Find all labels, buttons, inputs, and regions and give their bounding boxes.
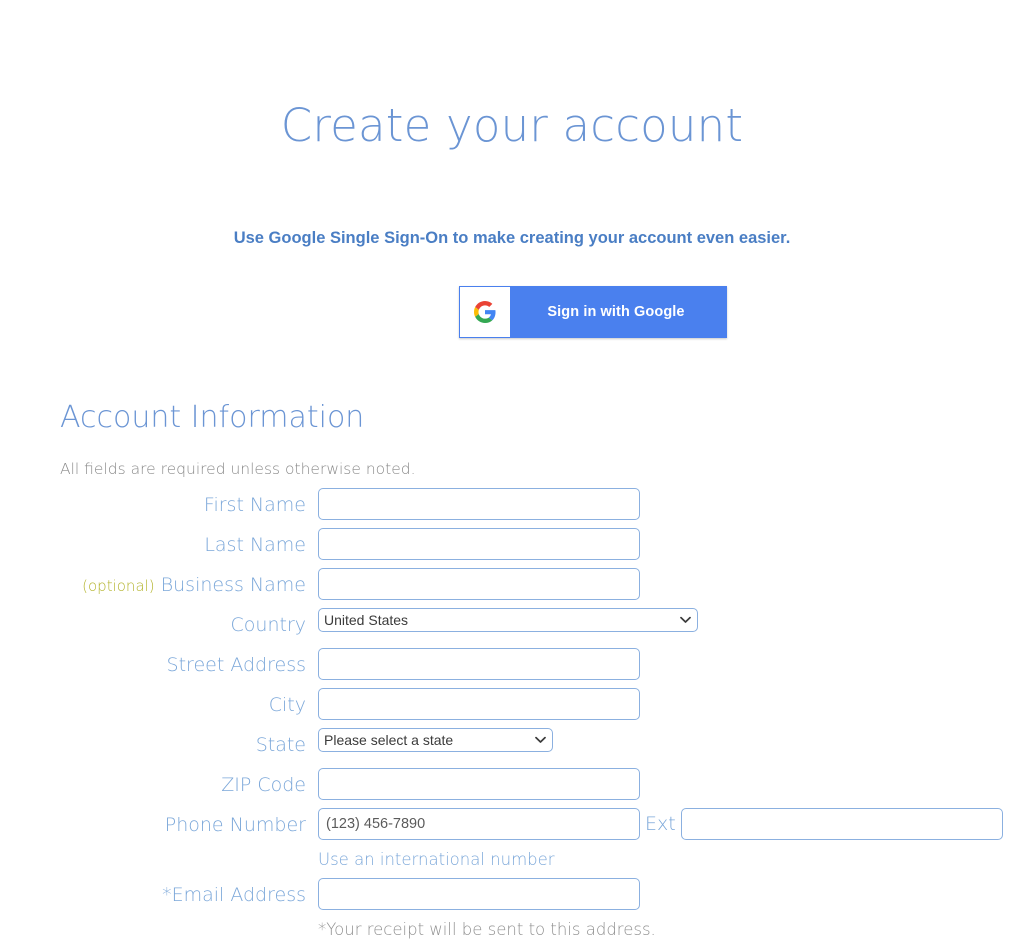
state-label: State [255, 734, 306, 756]
city-label: City [268, 694, 306, 716]
phone-number-input[interactable] [318, 808, 640, 840]
last-name-input[interactable] [318, 528, 640, 560]
city-control [318, 688, 1024, 720]
city-input[interactable] [318, 688, 640, 720]
business-name-label: (optional) Business Name [0, 568, 318, 599]
all-fields-required-note: All fields are required unless otherwise… [60, 460, 416, 478]
ext-label: Ext [645, 813, 676, 835]
business-name-label-text: Business Name [160, 574, 306, 596]
first-name-input[interactable] [318, 488, 640, 520]
country-select[interactable]: United States [318, 608, 698, 632]
international-number-row: Use an international number [0, 848, 1024, 872]
form-row-email-address: *Email Address [0, 878, 1024, 912]
zip-code-input[interactable] [318, 768, 640, 800]
sso-subtitle: Use Google Single Sign-On to make creati… [233, 229, 791, 247]
first-name-control [318, 488, 1024, 520]
form-row-country: Country United States [0, 608, 1024, 642]
email-receipt-note-row: *Your receipt will be sent to this addre… [0, 918, 1024, 942]
form-row-phone-number: Phone Number Ext [0, 808, 1024, 842]
form-row-first-name: First Name [0, 488, 1024, 522]
google-g-icon [460, 287, 510, 337]
email-address-label: *Email Address [162, 884, 306, 906]
state-control: Please select a state [318, 728, 1024, 752]
business-name-control [318, 568, 1024, 600]
country-select-wrap: United States [318, 608, 698, 632]
email-address-input[interactable] [318, 878, 640, 910]
sign-in-with-google-label: Sign in with Google [547, 304, 685, 320]
form-row-city: City [0, 688, 1024, 722]
last-name-control [318, 528, 1024, 560]
use-international-number-link[interactable]: Use an international number [318, 848, 555, 872]
state-select[interactable]: Please select a state [318, 728, 553, 752]
business-name-optional-tag: (optional) [82, 577, 155, 595]
form-row-last-name: Last Name [0, 528, 1024, 562]
phone-number-control: Ext [318, 808, 1024, 840]
phone-number-label: Phone Number [164, 814, 306, 836]
email-receipt-note: *Your receipt will be sent to this addre… [318, 920, 656, 939]
account-information-form: First Name Last Name (optional) Business… [0, 488, 1024, 946]
page-title: Create your account [280, 99, 744, 152]
street-address-control [318, 648, 1024, 680]
account-information-heading: Account Information [60, 400, 365, 435]
form-row-state: State Please select a state [0, 728, 1024, 762]
last-name-label: Last Name [204, 534, 306, 556]
email-address-control [318, 878, 1024, 910]
zip-code-label: ZIP Code [221, 774, 306, 796]
business-name-input[interactable] [318, 568, 640, 600]
first-name-label: First Name [203, 494, 306, 516]
street-address-input[interactable] [318, 648, 640, 680]
ext-input[interactable] [680, 808, 1003, 840]
street-address-label: Street Address [166, 654, 306, 676]
country-label: Country [230, 614, 306, 636]
form-row-business-name: (optional) Business Name [0, 568, 1024, 602]
sign-in-with-google-button[interactable]: Sign in with Google [459, 286, 727, 338]
zip-code-control [318, 768, 1024, 800]
country-control: United States [318, 608, 1024, 632]
form-row-zip-code: ZIP Code [0, 768, 1024, 802]
state-select-wrap: Please select a state [318, 728, 553, 752]
form-row-street-address: Street Address [0, 648, 1024, 682]
